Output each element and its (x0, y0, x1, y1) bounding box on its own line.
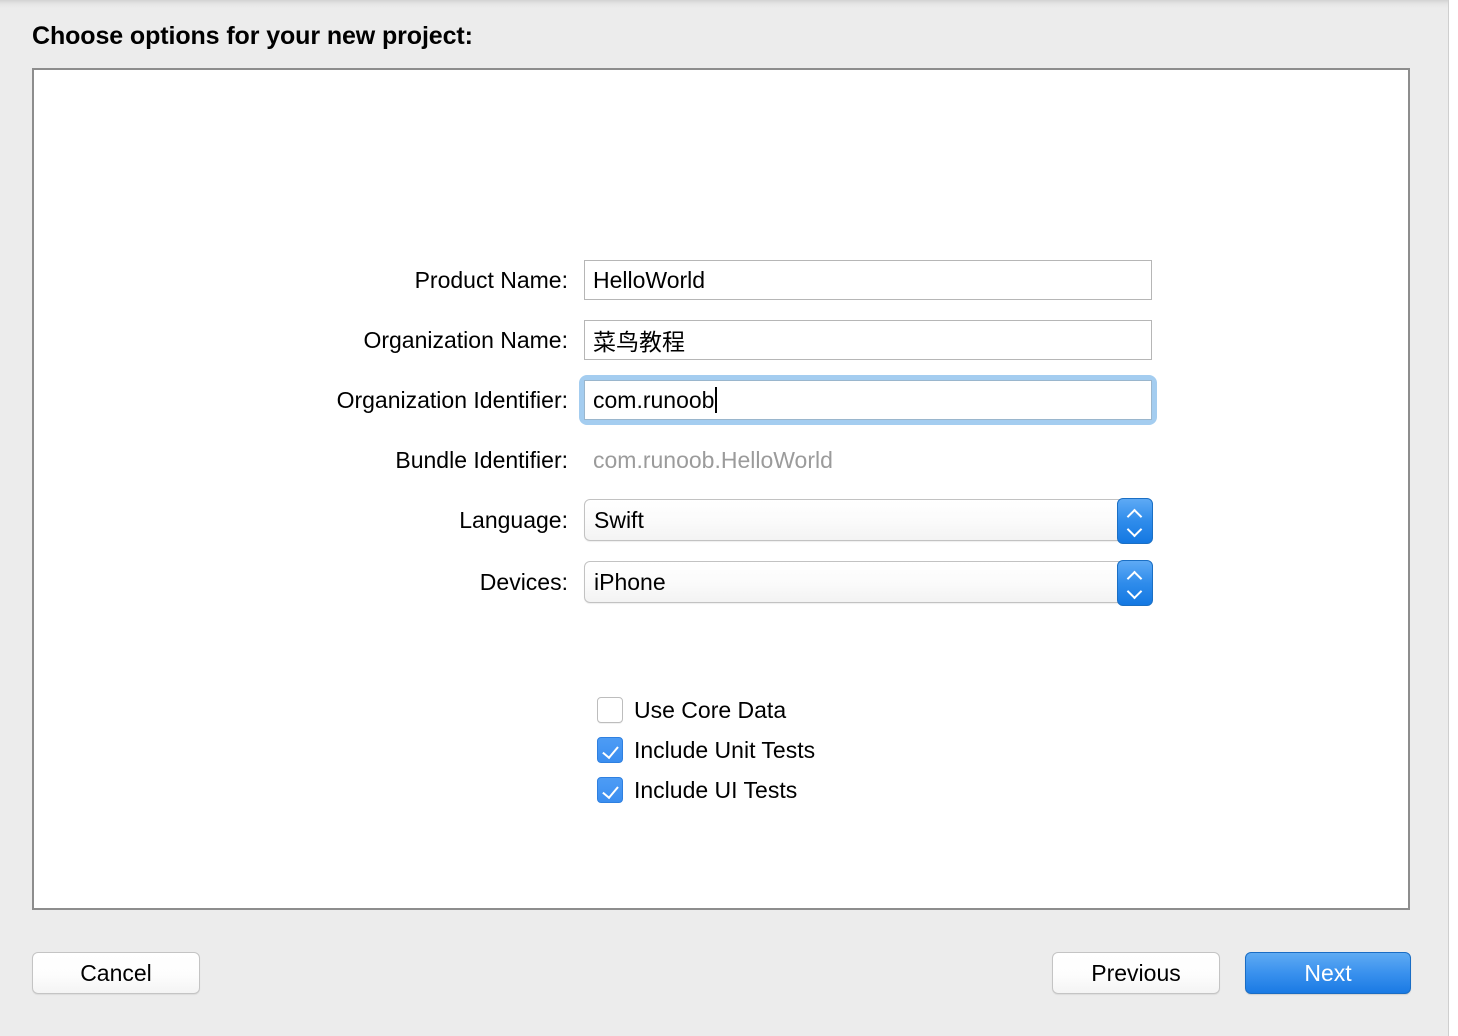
focus-ring: com.runoob (579, 375, 1157, 425)
devices-label: Devices: (290, 569, 584, 596)
devices-control: iPhone (584, 561, 1190, 603)
window-right-edge (1448, 0, 1458, 1036)
organization-identifier-input[interactable]: com.runoob (584, 380, 1152, 420)
form-row-bundle-identifier: Bundle Identifier: com.runoob.HelloWorld (290, 440, 1190, 480)
chevron-up-down-icon[interactable] (1117, 560, 1153, 606)
organization-name-label: Organization Name: (290, 327, 584, 354)
form-row-language: Language: Swift (290, 500, 1190, 540)
organization-name-control (584, 320, 1190, 360)
bundle-identifier-label: Bundle Identifier: (290, 447, 584, 474)
product-name-control (584, 260, 1190, 300)
project-options-checkboxes: Use Core Data Include Unit Tests Include… (597, 690, 815, 810)
checkbox-row-use-core-data[interactable]: Use Core Data (597, 690, 815, 730)
language-label: Language: (290, 507, 584, 534)
form-row-organization-identifier: Organization Identifier: com.runoob (290, 380, 1190, 420)
checkbox-row-include-ui-tests[interactable]: Include UI Tests (597, 770, 815, 810)
chevron-up-down-icon[interactable] (1117, 498, 1153, 544)
use-core-data-label: Use Core Data (634, 697, 786, 724)
project-options-form: Product Name: Organization Name: Organiz… (290, 260, 1190, 624)
organization-identifier-label: Organization Identifier: (290, 387, 584, 414)
organization-name-input[interactable] (584, 320, 1152, 360)
checkbox-row-include-unit-tests[interactable]: Include Unit Tests (597, 730, 815, 770)
product-name-input[interactable] (584, 260, 1152, 300)
include-unit-tests-checkbox[interactable] (597, 737, 623, 763)
use-core-data-checkbox[interactable] (597, 697, 623, 723)
language-selected-value: Swift (585, 507, 644, 534)
include-ui-tests-label: Include UI Tests (634, 777, 797, 804)
project-options-panel: Product Name: Organization Name: Organiz… (32, 68, 1410, 910)
text-caret (715, 387, 717, 413)
organization-identifier-value: com.runoob (593, 387, 714, 414)
bundle-identifier-control: com.runoob.HelloWorld (584, 447, 1190, 474)
next-button[interactable]: Next (1245, 952, 1411, 994)
language-control: Swift (584, 499, 1190, 541)
include-unit-tests-label: Include Unit Tests (634, 737, 815, 764)
window-top-edge (0, 0, 1458, 8)
form-row-product-name: Product Name: (290, 260, 1190, 300)
include-ui-tests-checkbox[interactable] (597, 777, 623, 803)
page-title: Choose options for your new project: (32, 22, 473, 51)
devices-selected-value: iPhone (585, 569, 666, 596)
product-name-label: Product Name: (290, 267, 584, 294)
form-row-devices: Devices: iPhone (290, 562, 1190, 602)
bundle-identifier-value: com.runoob.HelloWorld (584, 447, 833, 474)
devices-select[interactable]: iPhone (584, 561, 1152, 603)
organization-identifier-control: com.runoob (584, 380, 1190, 420)
cancel-button[interactable]: Cancel (32, 952, 200, 994)
language-select[interactable]: Swift (584, 499, 1152, 541)
previous-button[interactable]: Previous (1052, 952, 1220, 994)
form-row-organization-name: Organization Name: (290, 320, 1190, 360)
